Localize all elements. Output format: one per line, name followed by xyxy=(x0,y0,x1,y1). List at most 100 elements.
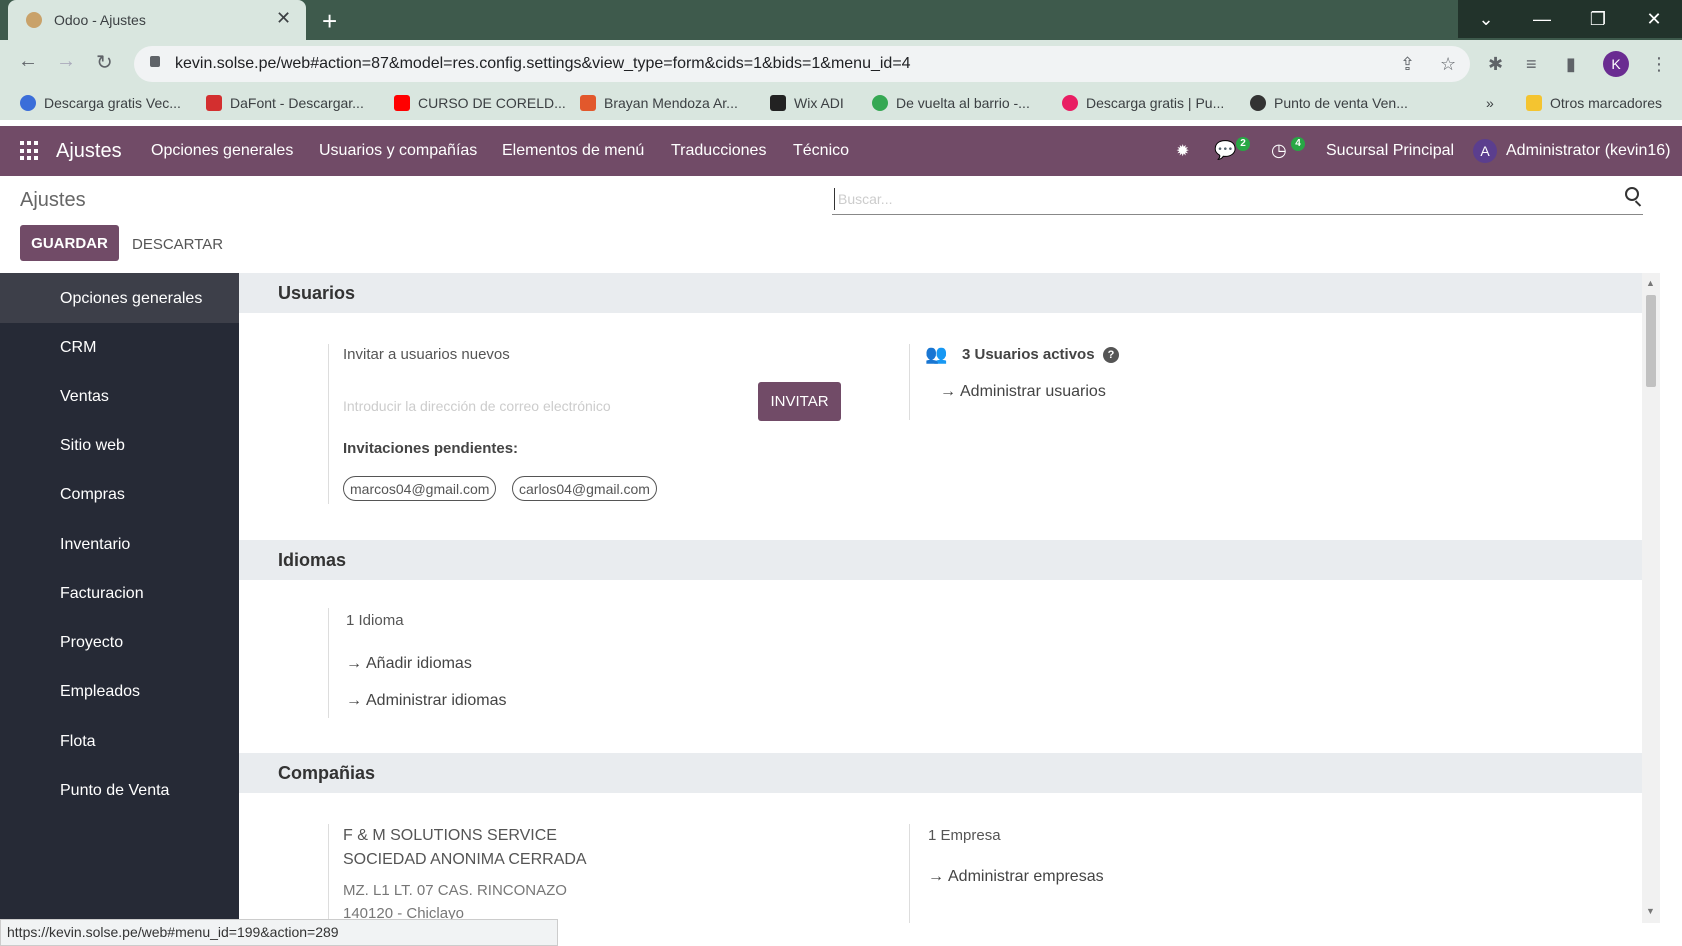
debug-bug-icon[interactable]: ✹ xyxy=(1176,141,1189,161)
play-icon xyxy=(872,95,888,111)
email-field[interactable] xyxy=(343,394,739,418)
branch-switcher[interactable]: Sucursal Principal xyxy=(1326,142,1454,160)
sidebar-item-sitio-web[interactable]: Sitio web xyxy=(60,437,125,455)
companies-section-header xyxy=(239,753,1642,793)
other-bookmarks[interactable]: Otros marcadores xyxy=(1526,95,1662,111)
bookmark-star-icon[interactable]: ☆ xyxy=(1440,54,1456,75)
bookmark-item[interactable]: Brayan Mendoza Ar... xyxy=(580,95,738,111)
app-name[interactable]: Ajustes xyxy=(56,140,122,163)
menu-traducciones[interactable]: Traducciones xyxy=(671,142,766,160)
lock-icon[interactable] xyxy=(150,56,160,67)
bookmark-icon xyxy=(1250,95,1266,111)
company-legal-form: SOCIEDAD ANONIMA CERRADA xyxy=(343,851,587,868)
link-status-bar: https://kevin.solse.pe/web#menu_id=199&a… xyxy=(0,919,558,946)
arrow-right-icon: → xyxy=(928,868,944,885)
sidebar-item-proyecto[interactable]: Proyecto xyxy=(60,634,123,652)
companies-section-title: Compañias xyxy=(278,763,376,783)
tab-close-icon[interactable]: ✕ xyxy=(276,8,291,29)
back-icon[interactable]: ← xyxy=(18,50,38,73)
search-input[interactable] xyxy=(834,188,1604,210)
menu-opciones-generales[interactable]: Opciones generales xyxy=(151,142,293,160)
bookmark-item[interactable]: CURSO DE CORELD... xyxy=(394,95,566,111)
sidebar-item-crm[interactable]: CRM xyxy=(60,339,96,357)
reload-icon[interactable]: ↻ xyxy=(96,50,113,75)
sidebar-item-flota[interactable]: Flota xyxy=(60,733,96,751)
menu-elementos-menu[interactable]: Elementos de menú xyxy=(502,142,644,160)
sidebar-item-facturacion[interactable]: Facturacion xyxy=(60,585,144,603)
activities-clock-icon[interactable]: ◷ xyxy=(1271,140,1287,161)
apps-grid-icon[interactable] xyxy=(20,141,40,161)
add-languages-link[interactable]: → Añadir idiomas xyxy=(346,655,472,673)
bookmark-item[interactable]: De vuelta al barrio -... xyxy=(872,95,1030,111)
active-users-count: 3 Usuarios activos xyxy=(962,346,1095,363)
sidebar-item-ventas[interactable]: Ventas xyxy=(60,388,109,406)
divider xyxy=(909,344,910,420)
wix-icon xyxy=(770,95,786,111)
folder-icon xyxy=(1526,95,1542,111)
menu-tecnico[interactable]: Técnico xyxy=(793,142,849,160)
invite-label: Invitar a usuarios nuevos xyxy=(343,346,510,363)
browser-tab[interactable] xyxy=(8,0,306,40)
manage-companies-link[interactable]: → Administrar empresas xyxy=(928,868,1104,886)
sidebar-item-empleados[interactable]: Empleados xyxy=(60,683,140,701)
users-section-header xyxy=(239,273,1642,313)
manage-users-link[interactable]: → Administrar usuarios xyxy=(940,383,1106,401)
minimize-icon[interactable]: — xyxy=(1514,0,1570,38)
arrow-right-icon: → xyxy=(346,655,362,672)
scroll-down-icon[interactable]: ▼ xyxy=(1646,906,1655,916)
bookmark-icon xyxy=(1062,95,1078,111)
divider xyxy=(328,344,329,504)
users-group-icon: 👥 xyxy=(925,344,948,364)
tab-title: Odoo - Ajustes xyxy=(54,12,146,28)
messages-badge: 2 xyxy=(1236,137,1250,151)
new-tab-icon[interactable]: + xyxy=(322,6,337,37)
scrollbar-thumb[interactable] xyxy=(1646,295,1656,387)
settings-sidebar xyxy=(0,273,239,946)
save-button[interactable]: GUARDAR xyxy=(20,225,119,261)
divider xyxy=(909,824,910,924)
search-icon[interactable] xyxy=(1625,187,1639,201)
menu-usuarios-companias[interactable]: Usuarios y compañías xyxy=(319,142,477,160)
company-name: F & M SOLUTIONS SERVICE xyxy=(343,827,557,844)
user-menu[interactable]: Administrator (kevin16) xyxy=(1506,142,1671,160)
discard-button[interactable]: DESCARTAR xyxy=(132,236,223,253)
divider xyxy=(328,608,329,718)
side-panel-icon[interactable]: ▮ xyxy=(1566,54,1576,75)
pending-invite-badge: carlos04@gmail.com xyxy=(512,476,657,501)
invite-button[interactable]: INVITAR xyxy=(758,382,841,421)
restore-icon[interactable]: ❐ xyxy=(1570,0,1626,38)
bookmark-item[interactable]: DaFont - Descargar... xyxy=(206,95,364,111)
profile-avatar[interactable]: K xyxy=(1603,51,1629,77)
messages-icon[interactable]: 💬 xyxy=(1214,140,1236,161)
url-text[interactable]: kevin.solse.pe/web#action=87&model=res.c… xyxy=(175,55,911,73)
arrow-right-icon: → xyxy=(346,692,362,709)
bookmark-icon xyxy=(206,95,222,111)
languages-section-title: Idiomas xyxy=(278,550,347,570)
bookmark-item[interactable]: Punto de venta Ven... xyxy=(1250,95,1408,111)
bookmark-item[interactable]: Wix ADI xyxy=(770,95,844,111)
bookmark-item[interactable]: Descarga gratis Vec... xyxy=(20,95,181,111)
tab-search-icon[interactable]: ⌄ xyxy=(1458,0,1514,38)
bookmarks-overflow-button[interactable]: » xyxy=(1486,95,1494,111)
languages-section-header xyxy=(239,540,1642,580)
sidebar-item-opciones-generales[interactable]: Opciones generales xyxy=(60,290,202,308)
forward-icon[interactable]: → xyxy=(56,50,76,73)
reading-list-icon[interactable]: ≡ xyxy=(1526,54,1537,75)
menu-kebab-icon[interactable]: ⋮ xyxy=(1650,54,1668,75)
pending-invite-badge: marcos04@gmail.com xyxy=(343,476,497,501)
bookmark-item[interactable]: Descarga gratis | Pu... xyxy=(1062,95,1224,111)
manage-languages-link[interactable]: → Administrar idiomas xyxy=(346,692,506,710)
company-count: 1 Empresa xyxy=(928,827,1001,844)
user-avatar[interactable]: A xyxy=(1473,139,1497,163)
sidebar-item-inventario[interactable]: Inventario xyxy=(60,536,130,554)
extensions-icon[interactable]: ✱ xyxy=(1488,54,1503,75)
odoo-favicon-icon xyxy=(26,12,42,28)
scroll-up-icon[interactable]: ▲ xyxy=(1646,278,1655,288)
sidebar-item-punto-de-venta[interactable]: Punto de Venta xyxy=(60,782,169,800)
youtube-icon xyxy=(394,95,410,111)
share-icon[interactable]: ⇪ xyxy=(1400,54,1415,75)
question-circle-icon[interactable]: ? xyxy=(1103,347,1119,363)
pending-invitations-label: Invitaciones pendientes: xyxy=(343,440,519,457)
sidebar-item-compras[interactable]: Compras xyxy=(60,486,125,504)
close-window-icon[interactable]: ✕ xyxy=(1626,0,1682,38)
